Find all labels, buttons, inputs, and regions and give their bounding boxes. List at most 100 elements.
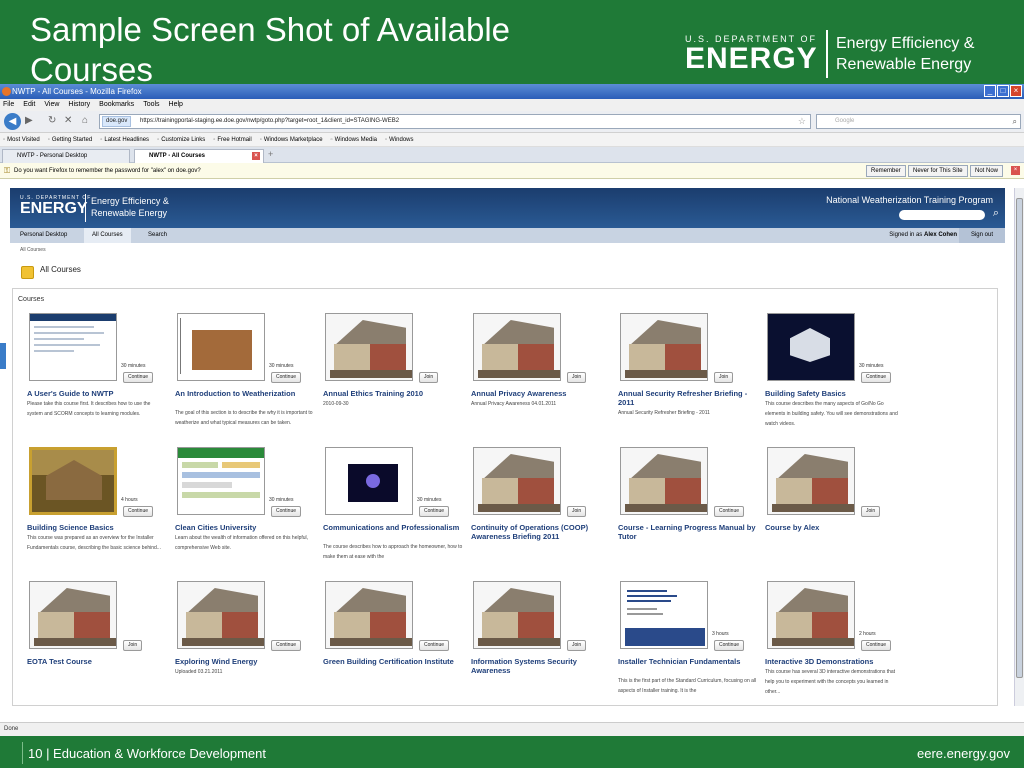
course-title[interactable]: Continuity of Operations (COOP) Awarenes… <box>471 523 611 541</box>
course-title[interactable]: Annual Ethics Training 2010 <box>323 389 463 398</box>
remember-button[interactable]: Remember <box>866 165 906 177</box>
course-thumbnail[interactable] <box>29 313 117 381</box>
home-icon[interactable]: ⌂ <box>82 115 88 126</box>
tab-personal-desktop[interactable]: NWTP - Personal Desktop <box>2 149 130 163</box>
continue-button[interactable]: Continue <box>419 640 450 651</box>
join-button[interactable]: Join <box>419 372 439 383</box>
continue-button[interactable]: Continue <box>419 506 450 517</box>
course-thumbnail[interactable] <box>177 581 265 649</box>
sign-out-link[interactable]: Sign out <box>958 228 1005 243</box>
join-button[interactable]: Join <box>714 372 734 383</box>
forward-icon[interactable]: ▶ <box>25 115 33 126</box>
course-thumbnail[interactable] <box>473 447 561 515</box>
menu-history[interactable]: History <box>68 99 90 111</box>
bookmark-item[interactable]: Latest Headlines <box>100 133 149 146</box>
course-thumbnail[interactable] <box>177 447 265 515</box>
menu-file[interactable]: File <box>3 99 14 111</box>
course-thumbnail[interactable] <box>325 447 413 515</box>
back-icon[interactable]: ◀ <box>4 113 21 130</box>
vertical-scrollbar[interactable] <box>1014 188 1024 706</box>
search-icon[interactable]: ⌕ <box>993 207 999 220</box>
close-icon[interactable]: × <box>1010 85 1022 97</box>
course-title[interactable]: Building Science Basics <box>27 523 167 532</box>
course-title[interactable]: An Introduction to Weatherization <box>175 389 315 398</box>
continue-button[interactable]: Continue <box>123 372 154 383</box>
site-search-input[interactable] <box>899 210 985 220</box>
search-icon[interactable]: ⌕ <box>1013 115 1017 128</box>
course-thumbnail[interactable] <box>620 581 708 649</box>
menu-tools[interactable]: Tools <box>143 99 159 111</box>
course-title[interactable]: EOTA Test Course <box>27 657 167 666</box>
course-thumbnail[interactable] <box>29 447 117 515</box>
course-thumbnail[interactable] <box>620 313 708 381</box>
continue-button[interactable]: Continue <box>271 506 302 517</box>
notification-close-icon[interactable]: × <box>1011 166 1020 175</box>
course-thumbnail[interactable] <box>325 313 413 381</box>
continue-button[interactable]: Continue <box>271 372 302 383</box>
menu-view[interactable]: View <box>44 99 59 111</box>
reload-icon[interactable]: ↻ <box>48 115 56 126</box>
join-button[interactable]: Join <box>567 372 587 383</box>
course-title[interactable]: Course - Learning Progress Manual by Tut… <box>618 523 758 541</box>
search-input[interactable]: Google ⌕ <box>816 114 1021 129</box>
course-title[interactable]: Exploring Wind Energy <box>175 657 315 666</box>
continue-button[interactable]: Continue <box>861 640 892 651</box>
continue-button[interactable]: Continue <box>271 640 302 651</box>
course-title[interactable]: Installer Technician Fundamentals <box>618 657 758 666</box>
course-thumbnail[interactable] <box>325 581 413 649</box>
menu-edit[interactable]: Edit <box>23 99 35 111</box>
signed-in-user[interactable]: Alex Cohen <box>924 232 957 238</box>
continue-button[interactable]: Continue <box>714 506 745 517</box>
side-panel-tab[interactable] <box>0 343 6 369</box>
bookmark-item[interactable]: Windows Media <box>331 133 377 146</box>
course-title[interactable]: Clean Cities University <box>175 523 315 532</box>
menu-bookmarks[interactable]: Bookmarks <box>99 99 134 111</box>
course-thumbnail[interactable] <box>177 313 265 381</box>
nav-all-courses[interactable]: All Courses <box>84 228 131 243</box>
not-now-button[interactable]: Not Now <box>970 165 1004 177</box>
course-title[interactable]: Green Building Certification Institute <box>323 657 463 666</box>
course-title[interactable]: Annual Security Refresher Briefing - 201… <box>618 389 758 407</box>
course-thumbnail[interactable] <box>767 447 855 515</box>
course-title[interactable]: Communications and Professionalism <box>323 523 463 532</box>
scrollbar-thumb[interactable] <box>1016 198 1023 678</box>
course-thumbnail[interactable] <box>473 313 561 381</box>
course-thumbnail[interactable] <box>473 581 561 649</box>
bookmark-item[interactable]: Windows <box>385 133 413 146</box>
new-tab-icon[interactable]: + <box>268 149 273 159</box>
course-title[interactable]: A User's Guide to NWTP <box>27 389 167 398</box>
join-button[interactable]: Join <box>567 506 587 517</box>
join-button[interactable]: Join <box>861 506 881 517</box>
course-title[interactable]: Annual Privacy Awareness <box>471 389 611 398</box>
bookmark-item[interactable]: Most Visited <box>3 133 40 146</box>
bookmark-item[interactable]: Getting Started <box>48 133 92 146</box>
continue-button[interactable]: Continue <box>123 506 154 517</box>
bookmark-item[interactable]: Free Hotmail <box>213 133 251 146</box>
menu-help[interactable]: Help <box>169 99 183 111</box>
course-thumbnail[interactable] <box>29 581 117 649</box>
minimize-icon[interactable]: _ <box>984 85 996 97</box>
stop-icon[interactable]: ✕ <box>64 115 72 126</box>
address-bar[interactable]: doe.gov https://trainingportal-staging.e… <box>99 114 811 129</box>
nav-personal-desktop[interactable]: Personal Desktop <box>12 228 75 243</box>
course-thumbnail[interactable] <box>767 581 855 649</box>
course-thumbnail[interactable] <box>620 447 708 515</box>
continue-button[interactable]: Continue <box>861 372 892 383</box>
tab-all-courses[interactable]: NWTP - All Courses × <box>134 149 264 163</box>
join-button[interactable]: Join <box>123 640 143 651</box>
tab-close-icon[interactable]: × <box>252 152 260 160</box>
bookmark-item[interactable]: Customize Links <box>157 133 205 146</box>
continue-button[interactable]: Continue <box>714 640 745 651</box>
site-identity-button[interactable]: doe.gov <box>102 116 132 127</box>
nav-search[interactable]: Search <box>140 228 175 243</box>
bookmark-item[interactable]: Windows Marketplace <box>260 133 323 146</box>
course-title[interactable]: Building Safety Basics <box>765 389 905 398</box>
bookmark-star-icon[interactable]: ☆ <box>798 115 806 128</box>
course-title[interactable]: Interactive 3D Demonstrations <box>765 657 905 666</box>
course-thumbnail[interactable] <box>767 313 855 381</box>
maximize-icon[interactable]: □ <box>997 85 1009 97</box>
window-titlebar[interactable]: NWTP - All Courses - Mozilla Firefox _ □… <box>0 84 1024 99</box>
course-title[interactable]: Course by Alex <box>765 523 905 532</box>
course-title[interactable]: Information Systems Security Awareness <box>471 657 611 675</box>
breadcrumb[interactable]: All Courses <box>20 247 46 253</box>
